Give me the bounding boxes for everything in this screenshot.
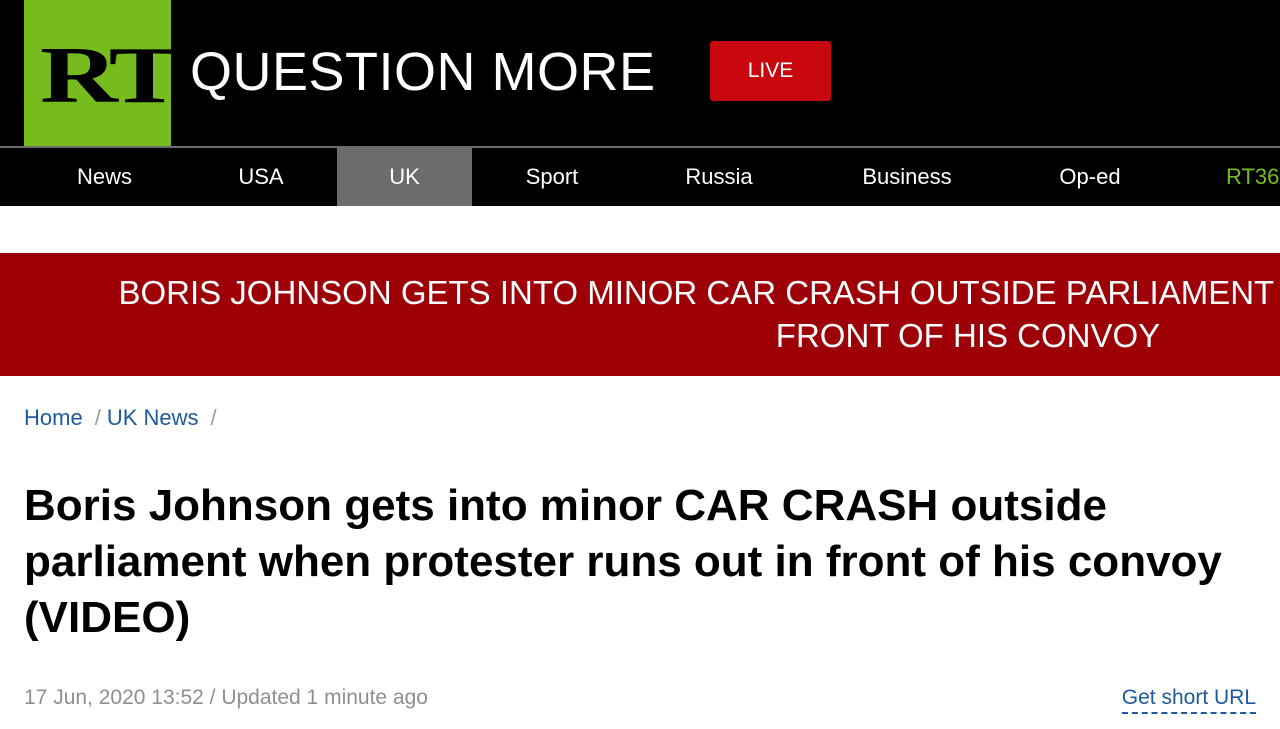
nav-item-uk[interactable]: UK — [337, 148, 472, 206]
main-nav: News USA UK Sport Russia Business Op-ed … — [0, 148, 1280, 206]
rt-logo-text: RT — [40, 32, 171, 120]
site-header: RT QUESTION MORE LIVE — [0, 0, 1280, 146]
breadcrumb-separator: / — [94, 405, 101, 430]
breaking-news-banner[interactable]: BORIS JOHNSON GETS INTO MINOR CAR CRASH … — [0, 253, 1280, 376]
article-headline: Boris Johnson gets into minor CAR CRASH … — [24, 481, 1222, 642]
breaking-news-text: BORIS JOHNSON GETS INTO MINOR CAR CRASH … — [118, 274, 1280, 354]
nav-item-usa[interactable]: USA — [192, 148, 330, 206]
nav-item-business[interactable]: Business — [832, 148, 982, 206]
breadcrumb: Home / UK News / — [24, 404, 223, 432]
nav-item-op-ed[interactable]: Op-ed — [1022, 148, 1158, 206]
live-button[interactable]: LIVE — [710, 41, 831, 101]
rt-logo[interactable]: RT — [24, 0, 171, 146]
nav-item-russia[interactable]: Russia — [648, 148, 790, 206]
nav-item-sport[interactable]: Sport — [484, 148, 620, 206]
breadcrumb-uk-news-link[interactable]: UK News — [107, 405, 199, 430]
get-short-url-link[interactable]: Get short URL — [1121, 684, 1256, 714]
article-meta: 17 Jun, 2020 13:52 / Updated 1 minute ag… — [24, 686, 428, 709]
breadcrumb-separator: / — [210, 405, 217, 430]
site-tagline: QUESTION MORE — [190, 42, 656, 102]
breadcrumb-home-link[interactable]: Home — [24, 405, 83, 430]
nav-item-news[interactable]: News — [38, 148, 171, 206]
nav-item-rt360[interactable]: RT360 — [1226, 148, 1280, 206]
